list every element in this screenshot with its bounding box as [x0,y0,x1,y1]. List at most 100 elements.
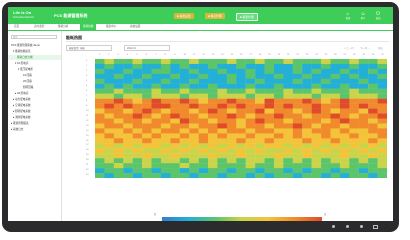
main-content: 能耗热图 能耗类型: 电能 2022-01 ◁ 上一月 下一月 ▷ 导出 123… [62,31,393,221]
heatmap-cell [377,163,387,169]
tree-item[interactable]: ▸ 系统日志 [11,127,23,132]
heatmap-cell [255,113,265,119]
heatmap-cell [283,148,293,154]
heatmap-cell [189,108,199,114]
energy-type-select[interactable]: 能耗类型: 电能 [66,45,112,51]
heatmap-cell [236,63,246,70]
heatmap-cell [179,168,190,174]
app-header: Life Is On Schneider Electric PCS 能源管理系统… [8,7,393,24]
prev-month-link[interactable]: ◁ 上一月 [344,46,354,50]
tree-item[interactable]: 1# 回路 [23,73,32,78]
heatmap-cell [273,153,284,159]
heatmap-cell [170,78,180,84]
heatmap-cell [358,73,369,79]
heatmap-column-label: 21 [287,54,290,56]
user-button[interactable]: ☺ 用户 [358,11,368,20]
heatmap-cell [104,138,114,144]
heatmap-cell [311,83,322,89]
tree-item[interactable]: ▾ 能耗热图总览 [13,49,31,54]
tree-item-selected[interactable]: 能耗日热力图 [8,55,61,60]
nav-item-monitor[interactable]: 实时监控 [34,24,44,30]
tree-item[interactable]: ▾ 低压配电柜 [18,67,33,72]
sidebar-tree: 搜索 PCS 能源管理系统 demo ▾ 能耗热图总览 能耗日热力图 ▾ 1# … [8,31,62,221]
heatmap-column-label: 17 [249,54,252,56]
heatmap-cell [189,59,199,65]
tree-item[interactable]: ▸ 消防配电系统 [13,115,31,120]
heatmap-cell [217,108,228,114]
nav-item-reports[interactable]: 报表中心 [106,24,116,30]
heatmap-cell [368,153,378,159]
heatmap-cell [189,63,199,70]
heatmap-cell [245,133,256,139]
heatmap-cell [208,68,218,75]
tree-item[interactable]: ▸ 能源管理报表 [11,121,29,126]
heatmap-cell [189,168,199,174]
nav-item-analysis[interactable]: 能耗分析 [58,24,68,30]
heatmap-cell [198,59,209,65]
heatmap-cell [283,128,293,134]
heatmap-cell [226,143,237,149]
heatmap-cell [245,163,256,169]
next-month-link[interactable]: 下一月 ▷ [360,46,370,50]
tree-search-input[interactable]: 搜索 [11,35,57,39]
heatmap-cell [358,63,369,70]
device-home-button[interactable] [346,225,349,228]
heatmap-cell [142,128,152,134]
heatmap-cell [330,103,341,109]
heatmap-cell [368,148,378,154]
heatmap-cell [349,158,359,164]
tree-item[interactable]: ▸ 空调配电系统 [13,103,31,108]
heatmap-cell [179,93,190,99]
alarm-management-button[interactable]: ■ 报警管理 [236,13,258,21]
tree-item[interactable]: ▾ 1# 配电房 [15,61,28,66]
heatmap-cell [151,78,162,84]
heatmap-cell [339,98,350,104]
heatmap-cell [311,63,322,70]
heatmap-cell [377,98,387,104]
tree-item[interactable]: 照明回路 [23,85,33,90]
heatmap-cell [302,153,312,159]
heatmap-cell [189,68,199,75]
heatmap-cell [104,98,114,104]
device-menu-button[interactable] [360,225,363,228]
heatmap-cell [330,68,341,75]
heatmap-cell [302,93,312,99]
nav-item-settings[interactable]: 系统设置 [130,24,140,30]
device-recent-button[interactable] [373,224,378,229]
heatmap-cell [123,148,133,154]
tree-item[interactable]: PCS 能源管理系统 demo [11,43,40,48]
heatmap-cell [104,143,114,149]
heatmap-cell [208,143,218,149]
heatmap-cell [170,128,180,134]
heatmap-row-label: 2 [86,70,88,73]
tree-item[interactable]: 2# 回路 [23,79,32,84]
heatmap-row-label: 14 [86,129,89,132]
report-management-button[interactable]: ■ 报表管理 [205,13,225,19]
nav-item-home[interactable]: 首页 [14,24,19,30]
device-back-button[interactable] [332,225,335,228]
tree-item[interactable]: ▸ 照明配电系统 [13,109,31,114]
heatmap-row-label: 18 [86,149,89,152]
heatmap-cell [113,158,124,164]
heatmap-cell [208,83,218,89]
export-link[interactable]: 导出 [378,46,383,50]
heatmap-cell [273,98,284,104]
heatmap-cell [226,93,237,99]
month-picker[interactable]: 2022-01 [124,45,170,51]
heatmap-cell [368,73,378,79]
nav-item-heatmap[interactable]: 能耗热图 [80,24,97,30]
tree-item[interactable]: ▸ 2# 配电房 [15,91,28,96]
heatmap-cell [226,168,237,174]
heatmap-cell [113,93,124,99]
heatmap-cell [113,153,124,159]
heatmap-cell [160,133,171,139]
home-button[interactable]: ⌂ 首页 [343,11,353,20]
system-settings-button[interactable]: ■ 系统设置 [174,13,194,19]
logout-button[interactable]: ⏻ 退出 [373,11,383,20]
heatmap-cell [330,63,341,70]
heatmap-cell [142,168,152,174]
heatmap-cell [104,93,114,99]
heatmap-cell [179,98,190,104]
tree-item[interactable]: ▸ 动力配电系统 [13,97,31,102]
heatmap-cell [113,138,124,144]
